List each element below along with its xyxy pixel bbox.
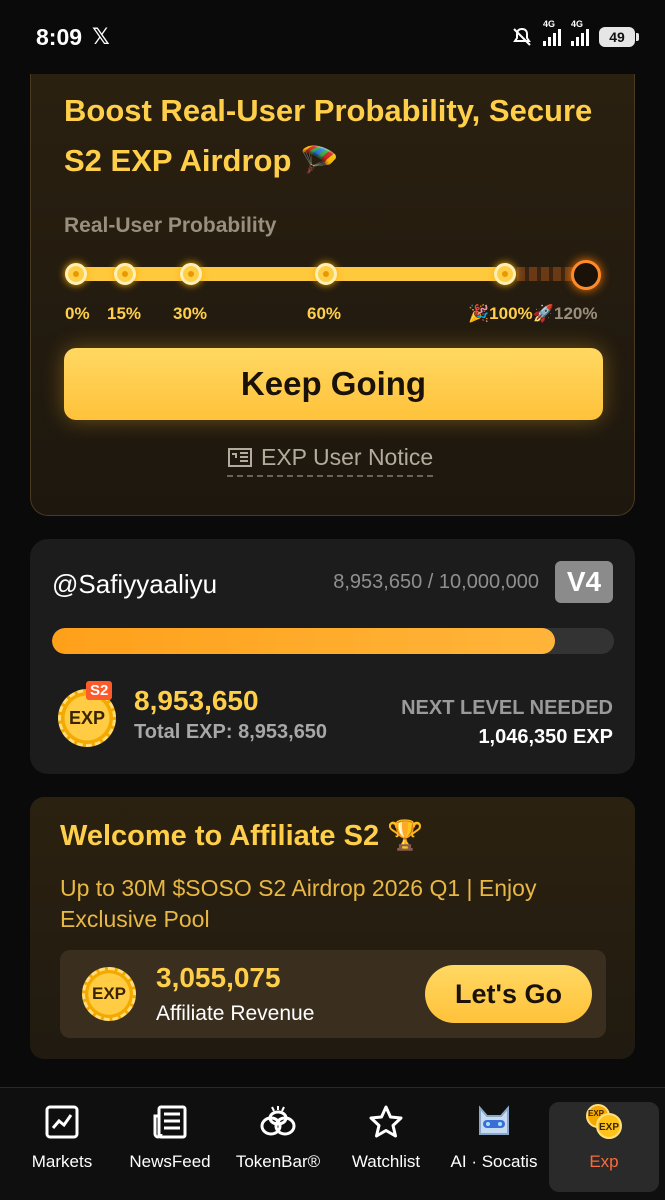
milestone-dot-30 bbox=[180, 263, 202, 285]
level-badge: V4 bbox=[555, 561, 613, 603]
tick-label-30: 30% bbox=[173, 304, 208, 323]
milestone-dot-15 bbox=[114, 263, 136, 285]
affiliate-subtitle: Up to 30M $SOSO S2 Airdrop 2026 Q1 | Enj… bbox=[60, 875, 537, 932]
nav-item-exp[interactable]: EXP EXP Exp bbox=[549, 1102, 659, 1192]
battery-icon: 49 bbox=[599, 27, 639, 47]
exp-user-notice-link[interactable]: EXP User Notice bbox=[227, 444, 434, 477]
signal-icon-2: 4G bbox=[571, 19, 589, 46]
lets-go-button[interactable]: Let's Go bbox=[425, 965, 592, 1023]
signal-icon: 4G bbox=[543, 19, 561, 46]
level-progress-text: 8,953,650 / 10,000,000 bbox=[333, 571, 539, 593]
milestone-dot-0 bbox=[65, 263, 87, 285]
level-progress-fill bbox=[52, 628, 555, 654]
affiliate-revenue-label: Affiliate Revenue bbox=[156, 1002, 315, 1025]
milestone-dot-100 bbox=[494, 263, 516, 285]
newspaper-icon bbox=[150, 1102, 190, 1142]
tick-label-0: 0% bbox=[65, 304, 90, 323]
probability-label: Real-User Probability bbox=[64, 214, 277, 237]
keep-going-button[interactable]: Keep Going bbox=[64, 348, 603, 420]
tick-label-15: 15% bbox=[107, 304, 142, 323]
svg-text:EXP: EXP bbox=[599, 1122, 619, 1133]
svg-text:EXP: EXP bbox=[588, 1109, 605, 1118]
next-level-label: NEXT LEVEL NEEDED bbox=[401, 697, 613, 719]
nav-label: Watchlist bbox=[351, 1152, 421, 1171]
nav-item-markets[interactable]: Markets bbox=[7, 1102, 117, 1192]
boost-title: Boost Real-User Probability, Secure S2 E… bbox=[64, 93, 593, 178]
notice-icon bbox=[228, 447, 252, 467]
boost-card: Boost Real-User Probability, Secure S2 E… bbox=[30, 74, 635, 516]
nav-label: Exp bbox=[589, 1152, 619, 1171]
nav-label: AI · Socatis bbox=[450, 1152, 538, 1171]
ai-cat-icon bbox=[474, 1102, 514, 1142]
milestone-dot-120 bbox=[571, 260, 601, 290]
tick-label-60: 60% bbox=[307, 304, 342, 323]
affiliate-revenue-value: 3,055,075 bbox=[156, 962, 281, 993]
nav-label: NewsFeed bbox=[129, 1152, 211, 1171]
x-app-icon: 𝕏 bbox=[92, 24, 110, 49]
notice-label: EXP User Notice bbox=[261, 444, 434, 470]
exp-value: 8,953,650 bbox=[134, 685, 259, 716]
tick-label-120: 120% bbox=[554, 304, 598, 323]
affiliate-card: Welcome to Affiliate S2 🏆 Up to 30M $SOS… bbox=[30, 797, 635, 1059]
status-time: 8:09 bbox=[36, 23, 83, 50]
season-tag: S2 bbox=[86, 681, 113, 700]
milestone-dot-60 bbox=[315, 263, 337, 285]
level-progress-bar bbox=[52, 628, 614, 654]
chart-icon bbox=[42, 1102, 82, 1142]
tokenbar-icon bbox=[258, 1102, 298, 1142]
exp-icon: EXP EXP bbox=[584, 1102, 624, 1142]
nav-item-newsfeed[interactable]: NewsFeed bbox=[115, 1102, 225, 1192]
star-icon bbox=[366, 1102, 406, 1142]
mute-notification-icon bbox=[513, 27, 531, 46]
next-level-value: 1,046,350 EXP bbox=[478, 726, 613, 748]
tick-label-100: 🎉100%🚀 bbox=[468, 304, 554, 323]
exp-coin-icon: EXP bbox=[82, 967, 136, 1021]
affiliate-revenue-panel: EXP 3,055,075 Affiliate Revenue Let's Go bbox=[60, 950, 606, 1038]
affiliate-title: Welcome to Affiliate S2 🏆 bbox=[60, 820, 424, 852]
bottom-nav: Markets NewsFeed TokenBar® Watchlist AI … bbox=[0, 1087, 665, 1200]
status-icons: 4G 4G 49 bbox=[511, 19, 639, 48]
nav-item-watchlist[interactable]: Watchlist bbox=[331, 1102, 441, 1192]
nav-item-ai-socatis[interactable]: AI · Socatis bbox=[439, 1102, 549, 1192]
status-bar: 8:09 𝕏 4G 4G 49 bbox=[0, 0, 665, 74]
nav-label: Markets bbox=[31, 1152, 93, 1171]
total-exp: Total EXP: 8,953,650 bbox=[134, 721, 328, 743]
username: @Safiyyaaliyu bbox=[52, 569, 218, 599]
level-card: @Safiyyaaliyu 8,953,650 / 10,000,000 V4 … bbox=[30, 539, 635, 774]
s2-exp-badge: EXP S2 bbox=[58, 681, 124, 747]
nav-item-tokenbar[interactable]: TokenBar® bbox=[223, 1102, 333, 1192]
nav-label: TokenBar® bbox=[235, 1152, 321, 1171]
